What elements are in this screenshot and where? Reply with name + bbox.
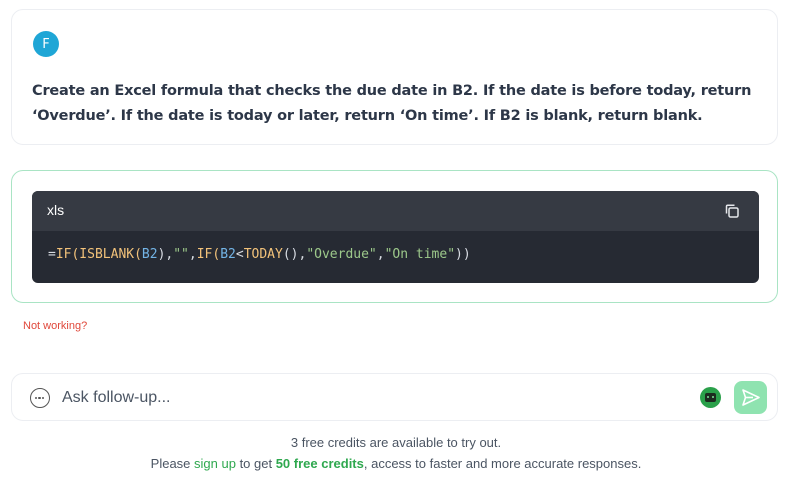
prompt-text: Create an Excel formula that checks the … <box>32 83 752 124</box>
code-token: B2 <box>220 247 236 262</box>
code-token: "Overdue" <box>306 247 377 262</box>
code-token: < <box>235 247 244 262</box>
signup-prompt: Please sign up to get 50 free credits, a… <box>150 456 642 471</box>
footer-notice: 3 free credits are available to try out.… <box>0 432 792 474</box>
code-token: ), <box>157 247 174 262</box>
send-button[interactable] <box>734 381 767 414</box>
not-working-link[interactable]: Not working? <box>23 320 87 332</box>
copy-icon[interactable] <box>723 202 741 220</box>
code-token: , <box>376 247 385 262</box>
code-token: IF( <box>196 247 221 262</box>
answer-card: xls =IF(ISBLANK(B2),"",IF(B2<TODAY(),"Ov… <box>11 170 778 303</box>
code-token: TODAY <box>243 247 283 262</box>
credits-highlight: 50 free credits <box>275 456 364 471</box>
code-token: = <box>48 247 56 262</box>
code-token: (), <box>282 247 307 262</box>
user-prompt-card: F Create an Excel formula that checks th… <box>11 9 778 145</box>
code-token: B2 <box>141 247 158 262</box>
code-token: IF(ISBLANK( <box>55 247 142 262</box>
robot-icon[interactable] <box>700 387 721 408</box>
code-header: xls <box>32 191 759 231</box>
user-avatar: F <box>33 31 59 57</box>
code-token: )) <box>455 247 471 262</box>
formula-code: =IF(ISBLANK(B2),"",IF(B2<TODAY(),"Overdu… <box>48 247 471 262</box>
send-icon <box>742 389 760 406</box>
code-language-label: xls <box>47 202 65 218</box>
sign-up-link[interactable]: sign up <box>194 456 236 471</box>
followup-input[interactable] <box>62 386 622 410</box>
code-token: "" <box>173 247 189 262</box>
code-token: "On time" <box>384 247 456 262</box>
free-credits-text: 3 free credits are available to try out. <box>290 435 502 450</box>
code-token: , <box>188 247 197 262</box>
more-options-icon[interactable] <box>30 388 50 408</box>
followup-bar <box>11 373 778 421</box>
code-block: xls =IF(ISBLANK(B2),"",IF(B2<TODAY(),"Ov… <box>32 191 759 283</box>
